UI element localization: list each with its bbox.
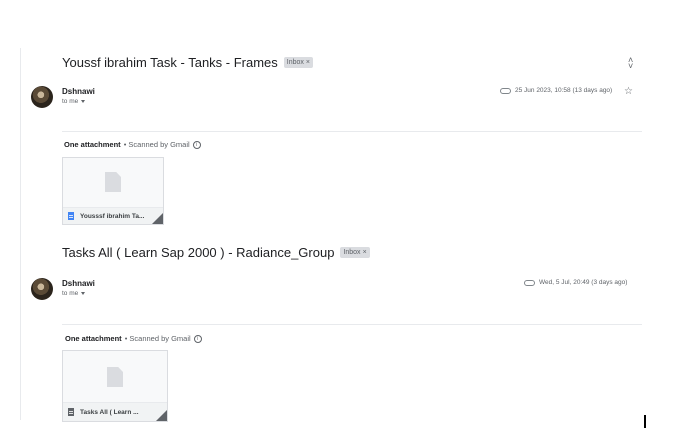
attachment-footer: Tasks All ( Learn ...	[63, 403, 167, 421]
doc-file-icon	[68, 212, 74, 220]
star-icon[interactable]: ☆	[624, 86, 633, 97]
attachment-header: One attachment • Scanned by Gmail i	[65, 334, 202, 343]
scan-note: • Scanned by Gmail	[124, 334, 191, 343]
recipients-toggle[interactable]: to me	[62, 98, 86, 105]
left-divider	[20, 48, 21, 420]
unfold-icon[interactable]: ˄ ˅	[628, 56, 633, 71]
attachment-preview	[63, 351, 167, 403]
paperclip-icon	[524, 279, 535, 286]
subject-text: Tasks All ( Learn Sap 2000 ) - Radiance_…	[62, 245, 335, 260]
subject-text: Youssf ibrahim Task - Tanks - Frames	[62, 55, 278, 70]
thread-2-subject: Tasks All ( Learn Sap 2000 ) - Radiance_…	[62, 245, 370, 260]
divider	[62, 324, 642, 325]
message-date: Wed, 5 Jul, 20:49 (3 days ago)	[524, 279, 627, 286]
avatar[interactable]	[31, 278, 53, 300]
page-fold	[156, 410, 167, 421]
message-date: 25 Jun 2023, 10:58 (13 days ago)	[500, 87, 612, 94]
recipients-text: to me	[62, 98, 79, 105]
attachment-count: One attachment	[64, 140, 121, 149]
recipients-text: to me	[62, 290, 79, 297]
info-icon[interactable]: i	[193, 334, 202, 343]
document-icon	[107, 367, 123, 387]
inbox-label[interactable]: Inbox ×	[283, 57, 314, 68]
sender-name[interactable]: Dshnawi	[62, 279, 95, 288]
document-icon	[105, 172, 121, 192]
attachment-card[interactable]: Yousssf ibrahim Ta...	[62, 157, 164, 225]
page-fold	[152, 213, 163, 224]
avatar[interactable]	[31, 86, 53, 108]
attachment-footer: Yousssf ibrahim Ta...	[63, 208, 163, 224]
close-icon[interactable]: ×	[363, 249, 367, 256]
chevron-down-icon	[81, 100, 86, 103]
inbox-label[interactable]: Inbox ×	[340, 247, 370, 258]
sender-name[interactable]: Dshnawi	[62, 87, 95, 96]
recipients-toggle[interactable]: to me	[62, 290, 86, 297]
attachment-card[interactable]: Tasks All ( Learn ...	[62, 350, 168, 422]
label-text: Inbox	[343, 249, 361, 256]
date-text: 25 Jun 2023, 10:58 (13 days ago)	[515, 87, 613, 94]
file-icon	[68, 408, 74, 416]
paperclip-icon	[500, 87, 511, 94]
divider	[62, 131, 642, 132]
attachment-count: One attachment	[65, 334, 122, 343]
chevron-down-icon	[81, 292, 86, 295]
close-icon[interactable]: ×	[306, 59, 310, 66]
info-icon[interactable]: i	[192, 140, 201, 149]
text-cursor	[644, 415, 646, 428]
thread-1-subject: Youssf ibrahim Task - Tanks - Frames Inb…	[62, 55, 314, 70]
attachment-name: Yousssf ibrahim Ta...	[80, 212, 145, 220]
date-text: Wed, 5 Jul, 20:49 (3 days ago)	[539, 279, 628, 286]
attachment-name: Tasks All ( Learn ...	[80, 408, 139, 416]
label-text: Inbox	[286, 59, 304, 66]
attachment-header: One attachment • Scanned by Gmail i	[64, 140, 201, 149]
scan-note: • Scanned by Gmail	[123, 140, 190, 149]
attachment-preview	[63, 158, 163, 208]
